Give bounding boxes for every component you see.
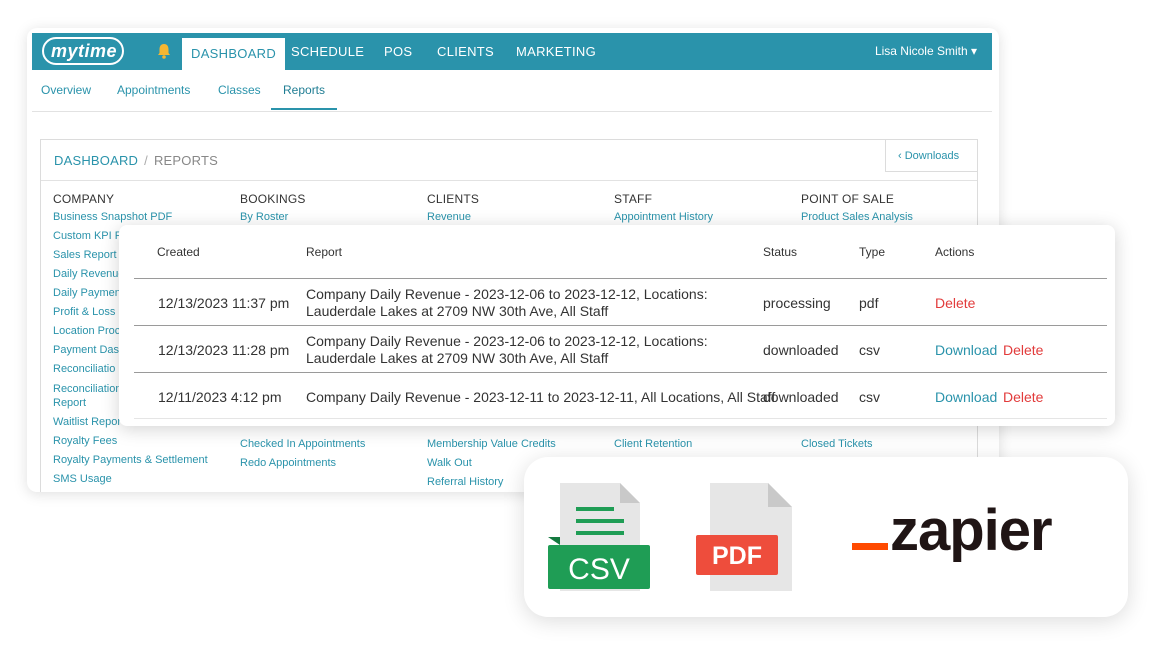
type-cell: csv xyxy=(859,389,880,405)
header-type: Type xyxy=(859,245,886,259)
report-link[interactable]: Walk Out xyxy=(427,454,472,473)
panel-divider xyxy=(41,180,977,181)
created-cell: 12/13/2023 11:37 pm xyxy=(158,295,290,311)
report-link[interactable]: Closed Tickets xyxy=(801,435,873,454)
created-cell: 12/13/2023 11:28 pm xyxy=(158,342,290,358)
downloads-button[interactable]: ‹ Downloads xyxy=(885,140,977,172)
zapier-logo: zapier xyxy=(852,498,1053,563)
nav-marketing[interactable]: MARKETING xyxy=(516,33,596,70)
type-cell: csv xyxy=(859,342,880,358)
mytime-logo[interactable]: mytime xyxy=(42,37,124,65)
header-report: Report xyxy=(306,245,343,259)
column-heading: BOOKINGS xyxy=(240,192,306,206)
nav-pos[interactable]: POS xyxy=(384,33,412,70)
column-bookings: BOOKINGS By Roster Checked In Appointmen… xyxy=(240,192,425,469)
breadcrumb-reports: REPORTS xyxy=(153,153,218,168)
top-nav-bar: mytime DASHBOARD SCHEDULE POS CLIENTS MA… xyxy=(32,33,992,70)
report-link[interactable]: Redo Appointments xyxy=(240,454,336,473)
breadcrumb-dashboard[interactable]: DASHBOARD xyxy=(54,153,138,168)
csv-file-icon: CSV xyxy=(548,483,650,591)
status-cell: downloaded xyxy=(763,342,839,358)
column-heading: POINT OF SALE xyxy=(801,192,895,206)
header-created: Created xyxy=(157,245,200,259)
delete-button[interactable]: Delete xyxy=(935,295,975,311)
table-row: 12/11/2023 4:12 pm Company Daily Revenue… xyxy=(134,373,1107,420)
breadcrumb: DASHBOARD / REPORTS xyxy=(54,153,218,168)
tab-appointments[interactable]: Appointments xyxy=(117,83,190,97)
nav-dashboard[interactable]: DASHBOARD xyxy=(182,38,286,70)
subnav-divider xyxy=(32,111,992,112)
report-link[interactable]: Referral History xyxy=(427,473,503,492)
nav-schedule[interactable]: SCHEDULE xyxy=(291,33,364,70)
export-formats-card: CSV PDF zapier xyxy=(524,457,1128,617)
delete-button[interactable]: Delete xyxy=(1003,342,1043,358)
report-link[interactable]: Checked In Appointments xyxy=(240,435,365,454)
report-cell: Company Daily Revenue - 2023-12-11 to 20… xyxy=(306,389,776,405)
pdf-label: PDF xyxy=(712,542,762,570)
report-cell: Company Daily Revenue - 2023-12-06 to 20… xyxy=(306,333,708,366)
tab-classes[interactable]: Classes xyxy=(218,83,261,97)
zapier-wordmark: zapier xyxy=(890,498,1052,563)
csv-label: CSV xyxy=(568,553,630,586)
table-row: 12/13/2023 11:28 pm Company Daily Revenu… xyxy=(134,326,1107,373)
table-bottom-divider xyxy=(134,418,1107,419)
table-row: 12/13/2023 11:37 pm Company Daily Revenu… xyxy=(134,279,1107,326)
download-button[interactable]: Download xyxy=(935,389,997,405)
column-clients: CLIENTS Revenue Membership Value Credits… xyxy=(427,192,612,488)
header-status: Status xyxy=(763,245,798,259)
active-tab-indicator xyxy=(271,108,337,110)
tab-overview[interactable]: Overview xyxy=(41,83,91,97)
delete-button[interactable]: Delete xyxy=(1003,389,1043,405)
column-heading: CLIENTS xyxy=(427,192,480,206)
header-actions: Actions xyxy=(935,245,975,259)
column-heading: STAFF xyxy=(614,192,653,206)
report-cell: Company Daily Revenue - 2023-12-06 to 20… xyxy=(306,286,708,319)
nav-clients[interactable]: CLIENTS xyxy=(437,33,494,70)
bell-icon[interactable] xyxy=(155,42,173,60)
pdf-file-icon: PDF xyxy=(696,483,792,591)
column-point-of-sale: POINT OF SALE Product Sales Analysis Clo… xyxy=(801,192,986,450)
downloads-table-card: Created Report Status Type Actions 12/13… xyxy=(119,225,1115,426)
user-menu[interactable]: Lisa Nicole Smith ▾ xyxy=(875,33,977,70)
column-staff: STAFF Appointment History Client Retenti… xyxy=(614,192,799,450)
status-cell: downloaded xyxy=(763,389,839,405)
report-link[interactable]: Royalty Payments & Settlement xyxy=(53,451,238,470)
breadcrumb-separator: / xyxy=(144,153,148,168)
report-link[interactable]: Royalty Fees xyxy=(53,432,238,451)
status-cell: processing xyxy=(763,295,831,311)
report-link[interactable]: Membership Value Credits xyxy=(427,435,556,454)
report-link[interactable]: SMS Usage xyxy=(53,470,238,489)
created-cell: 12/11/2023 4:12 pm xyxy=(158,389,282,405)
report-link[interactable]: Client Retention xyxy=(614,435,692,454)
stage: mytime DASHBOARD SCHEDULE POS CLIENTS MA… xyxy=(0,0,1170,659)
column-heading: COMPANY xyxy=(53,192,115,206)
download-button[interactable]: Download xyxy=(935,342,997,358)
type-cell: pdf xyxy=(859,295,879,311)
tab-reports[interactable]: Reports xyxy=(283,83,325,97)
